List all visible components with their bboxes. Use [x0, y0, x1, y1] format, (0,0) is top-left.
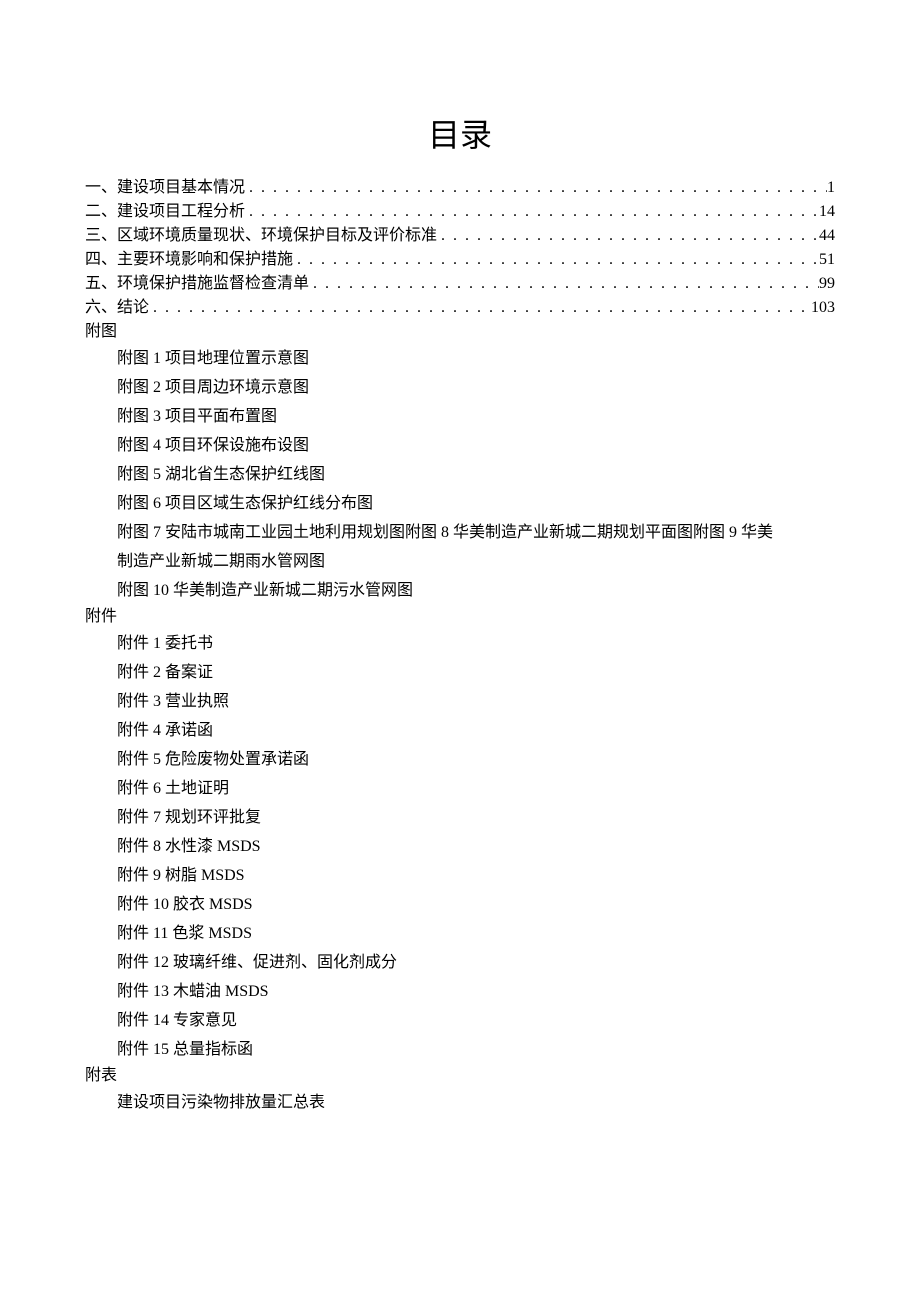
fujian-item: 附件 1 委托书: [85, 629, 835, 658]
toc-dots: . . . . . . . . . . . . . . . . . . . . …: [437, 224, 819, 248]
fujian-header: 附件: [85, 605, 835, 629]
fujian-item: 附件 6 土地证明: [85, 774, 835, 803]
toc-label: 三、区域环境质量现状、环境保护目标及评价标准: [85, 224, 437, 248]
toc-entry: 五、环境保护措施监督检查清单 . . . . . . . . . . . . .…: [85, 272, 835, 296]
toc-label: 五、环境保护措施监督检查清单: [85, 272, 309, 296]
futu-item: 附图 7 安陆市城南工业园土地利用规划图附图 8 华美制造产业新城二期规划平面图…: [85, 518, 835, 547]
toc-page: 99: [819, 272, 835, 296]
futu-item: 附图 2 项目周边环境示意图: [85, 373, 835, 402]
fujian-item: 附件 4 承诺函: [85, 716, 835, 745]
fubiao-header: 附表: [85, 1064, 835, 1088]
toc-entry: 一、建设项目基本情况 . . . . . . . . . . . . . . .…: [85, 176, 835, 200]
futu-item: 附图 6 项目区域生态保护红线分布图: [85, 489, 835, 518]
fujian-item: 附件 7 规划环评批复: [85, 803, 835, 832]
toc-label: 四、主要环境影响和保护措施: [85, 248, 293, 272]
toc-label: 二、建设项目工程分析: [85, 200, 245, 224]
futu-item: 附图 3 项目平面布置图: [85, 402, 835, 431]
toc-label: 一、建设项目基本情况: [85, 176, 245, 200]
toc-entry: 三、区域环境质量现状、环境保护目标及评价标准 . . . . . . . . .…: [85, 224, 835, 248]
toc-page: 103: [811, 296, 835, 320]
toc-dots: . . . . . . . . . . . . . . . . . . . . …: [293, 248, 819, 272]
toc-dots: . . . . . . . . . . . . . . . . . . . . …: [245, 200, 819, 224]
fujian-item: 附件 3 营业执照: [85, 687, 835, 716]
futu-item: 附图 10 华美制造产业新城二期污水管网图: [85, 576, 835, 605]
toc-entry: 六、结论 . . . . . . . . . . . . . . . . . .…: [85, 296, 835, 320]
page-title: 目录: [85, 110, 835, 156]
fujian-item: 附件 11 色浆 MSDS: [85, 919, 835, 948]
toc-entry: 二、建设项目工程分析 . . . . . . . . . . . . . . .…: [85, 200, 835, 224]
fujian-item: 附件 14 专家意见: [85, 1006, 835, 1035]
toc-dots: . . . . . . . . . . . . . . . . . . . . …: [309, 272, 819, 296]
futu-header: 附图: [85, 320, 835, 344]
fujian-item: 附件 15 总量指标函: [85, 1035, 835, 1064]
toc-page: 44: [819, 224, 835, 248]
fujian-item: 附件 10 胶衣 MSDS: [85, 890, 835, 919]
fubiao-item: 建设项目污染物排放量汇总表: [85, 1088, 835, 1117]
fujian-item: 附件 12 玻璃纤维、促进剂、固化剂成分: [85, 948, 835, 977]
toc-list: 一、建设项目基本情况 . . . . . . . . . . . . . . .…: [85, 176, 835, 320]
futu-item: 附图 5 湖北省生态保护红线图: [85, 460, 835, 489]
fujian-item: 附件 9 树脂 MSDS: [85, 861, 835, 890]
futu-item: 附图 1 项目地理位置示意图: [85, 344, 835, 373]
toc-dots: . . . . . . . . . . . . . . . . . . . . …: [149, 296, 811, 320]
fujian-item: 附件 8 水性漆 MSDS: [85, 832, 835, 861]
toc-label: 六、结论: [85, 296, 149, 320]
fujian-item: 附件 5 危险废物处置承诺函: [85, 745, 835, 774]
toc-entry: 四、主要环境影响和保护措施 . . . . . . . . . . . . . …: [85, 248, 835, 272]
toc-page: 51: [819, 248, 835, 272]
toc-page: 14: [819, 200, 835, 224]
toc-page: 1: [827, 176, 835, 200]
futu-item: 附图 4 项目环保设施布设图: [85, 431, 835, 460]
toc-dots: . . . . . . . . . . . . . . . . . . . . …: [245, 176, 827, 200]
futu-item: 制造产业新城二期雨水管网图: [85, 547, 835, 576]
fujian-item: 附件 2 备案证: [85, 658, 835, 687]
fujian-item: 附件 13 木蜡油 MSDS: [85, 977, 835, 1006]
